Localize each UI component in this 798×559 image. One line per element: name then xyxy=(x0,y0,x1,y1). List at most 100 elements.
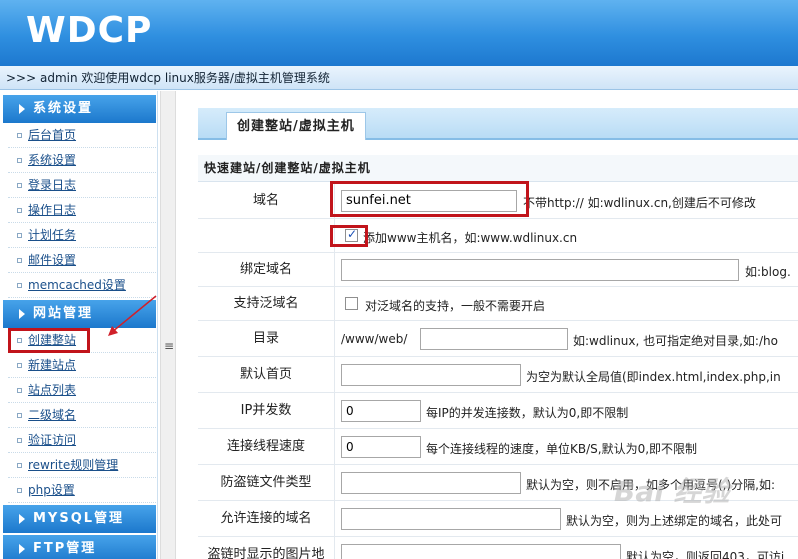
sidebar-item-label: 系统设置 xyxy=(28,153,77,167)
sidebar-item-label: 验证访问 xyxy=(28,433,77,447)
tab-bar: 创建整站/虚拟主机 xyxy=(198,108,798,140)
tab-create-site[interactable]: 创建整站/虚拟主机 xyxy=(226,112,366,140)
square-bullet-icon xyxy=(17,413,22,418)
default-index-input[interactable] xyxy=(341,364,521,386)
square-bullet-icon xyxy=(17,283,22,288)
square-bullet-icon xyxy=(17,258,22,263)
ip-concurrency-hint: 每IP的并发连接数，默认为0,即不限制 xyxy=(426,406,629,420)
welcome-bar: >>> admin 欢迎使用wdcp linux服务器/虚拟主机管理系统 xyxy=(0,66,798,90)
sidebar-item-label: 登录日志 xyxy=(28,178,77,192)
sidebar-item-system-settings[interactable]: 系统设置 xyxy=(8,148,156,173)
square-bullet-icon xyxy=(17,488,22,493)
sidebar-section-label: 系统设置 xyxy=(33,101,94,116)
thread-speed-input[interactable]: 0 xyxy=(341,436,421,458)
field-label xyxy=(198,219,335,252)
square-bullet-icon xyxy=(17,463,22,468)
field-label: 防盗链文件类型 xyxy=(198,465,335,500)
sidebar-item-operation-log[interactable]: 操作日志 xyxy=(8,198,156,223)
frame-splitter[interactable]: ≡ xyxy=(160,91,176,559)
field-label: IP并发数 xyxy=(198,393,335,428)
square-bullet-icon xyxy=(17,183,22,188)
square-bullet-icon xyxy=(17,363,22,368)
sidebar-item-label: 站点列表 xyxy=(28,383,77,397)
sidebar-section-label: FTP管理 xyxy=(33,541,97,556)
sidebar-section-mysql[interactable]: MYSQL管理 xyxy=(3,505,156,533)
field-label: 允许连接的域名 xyxy=(198,501,335,536)
sidebar-item-rewrite[interactable]: rewrite规则管理 xyxy=(8,453,156,478)
directory-input[interactable] xyxy=(420,328,568,350)
sidebar-item-label: php设置 xyxy=(28,483,75,497)
row-ip-concurrency: IP并发数 0 每IP的并发连接数，默认为0,即不限制 xyxy=(198,393,798,429)
row-thread-speed: 连接线程速度 0 每个连接线程的速度，单位KB/S,默认为0,即不限制 xyxy=(198,429,798,465)
field-label: 绑定域名 xyxy=(198,253,335,286)
triangle-right-icon xyxy=(19,514,25,524)
sidebar-item-label: 操作日志 xyxy=(28,203,77,217)
wildcard-hint: 对泛域名的支持，一般不需要开启 xyxy=(365,299,546,313)
field-label: 默认首页 xyxy=(198,357,335,392)
bind-domain-input[interactable] xyxy=(341,259,739,281)
add-www-hint: 添加www主机名，如:www.wdlinux.cn xyxy=(363,231,578,245)
ip-concurrency-input[interactable]: 0 xyxy=(341,400,421,422)
sidebar-item-site-list[interactable]: 站点列表 xyxy=(8,378,156,403)
square-bullet-icon xyxy=(17,133,22,138)
sidebar-section-label: 网站管理 xyxy=(33,306,94,321)
sidebar-item-new-site[interactable]: 新建站点 xyxy=(8,353,156,378)
sidebar-item-cron[interactable]: 计划任务 xyxy=(8,223,156,248)
thread-speed-hint: 每个连接线程的速度，单位KB/S,默认为0,即不限制 xyxy=(426,442,698,456)
annotation-arrow-icon xyxy=(108,295,157,336)
sidebar-item-label: 新建站点 xyxy=(28,358,77,372)
square-bullet-icon xyxy=(17,388,22,393)
triangle-right-icon xyxy=(19,309,25,319)
sidebar-item-label: 邮件设置 xyxy=(28,253,77,267)
sidebar-section-label: MYSQL管理 xyxy=(33,511,125,526)
field-label: 支持泛域名 xyxy=(198,287,335,320)
sidebar-item-label: 后台首页 xyxy=(28,128,77,142)
sidebar-item-subdomain[interactable]: 二级域名 xyxy=(8,403,156,428)
grip-icon: ≡ xyxy=(164,339,175,353)
triangle-right-icon xyxy=(19,104,25,114)
row-bind-domain: 绑定域名 如:blog. xyxy=(198,253,798,287)
square-bullet-icon xyxy=(17,438,22,443)
field-label: 目录 xyxy=(198,321,335,356)
allowed-domains-hint: 默认为空，则为上述绑定的域名，此处可 xyxy=(566,514,783,528)
sidebar-item-label: rewrite规则管理 xyxy=(28,458,119,472)
square-bullet-icon xyxy=(17,208,22,213)
sidebar-item-dashboard[interactable]: 后台首页 xyxy=(8,123,156,148)
field-label: 盗链时显示的图片地 xyxy=(198,537,335,559)
bind-domain-hint: 如:blog. xyxy=(745,265,791,279)
wildcard-checkbox[interactable] xyxy=(345,297,358,310)
hotlink-image-hint: 默认为空，则返回403，可访i xyxy=(626,550,785,559)
sidebar-section-ftp[interactable]: FTP管理 xyxy=(3,535,156,559)
square-bullet-icon xyxy=(17,233,22,238)
sidebar-item-login-log[interactable]: 登录日志 xyxy=(8,173,156,198)
highlight-create-site xyxy=(8,328,90,353)
hotlink-image-input[interactable] xyxy=(341,544,621,559)
directory-prefix: /www/web/ xyxy=(341,332,408,346)
row-directory: 目录 /www/web/ 如:wdlinux, 也可指定绝对目录,如:/ho xyxy=(198,321,798,357)
sidebar-item-label: 二级域名 xyxy=(28,408,77,422)
domain-hint: 不带http:// 如:wdlinux.cn,创建后不可修改 xyxy=(523,196,756,210)
sidebar-section-system[interactable]: 系统设置 xyxy=(3,95,156,123)
directory-hint: 如:wdlinux, 也可指定绝对目录,如:/ho xyxy=(573,334,778,348)
row-hotlink-image: 盗链时显示的图片地 默认为空，则返回403，可访i xyxy=(198,537,798,559)
row-wildcard: 支持泛域名 对泛域名的支持，一般不需要开启 xyxy=(198,287,798,321)
form-title: 快速建站/创建整站/虚拟主机 xyxy=(198,155,798,182)
highlight-domain-input xyxy=(330,181,529,217)
triangle-right-icon xyxy=(19,544,25,554)
allowed-domains-input[interactable] xyxy=(341,508,561,530)
field-label: 连接线程速度 xyxy=(198,429,335,464)
top-header: WDCP xyxy=(0,0,798,66)
sidebar-item-php-settings[interactable]: php设置 xyxy=(8,478,156,503)
row-add-www: 添加www主机名，如:www.wdlinux.cn xyxy=(198,219,798,253)
sidebar-item-mail[interactable]: 邮件设置 xyxy=(8,248,156,273)
sidebar-item-label: 计划任务 xyxy=(28,228,77,242)
sidebar-item-label: memcached设置 xyxy=(28,278,126,292)
highlight-www-checkbox xyxy=(330,225,368,247)
row-default-index: 默认首页 为空为默认全局值(即index.html,index.php,in xyxy=(198,357,798,393)
hotlink-types-input[interactable] xyxy=(341,472,521,494)
baidu-watermark: Bai 经验 xyxy=(614,475,730,508)
wdcp-logo: WDCP xyxy=(26,10,153,51)
field-label: 域名 xyxy=(198,183,335,218)
sidebar-item-auth-access[interactable]: 验证访问 xyxy=(8,428,156,453)
square-bullet-icon xyxy=(17,158,22,163)
